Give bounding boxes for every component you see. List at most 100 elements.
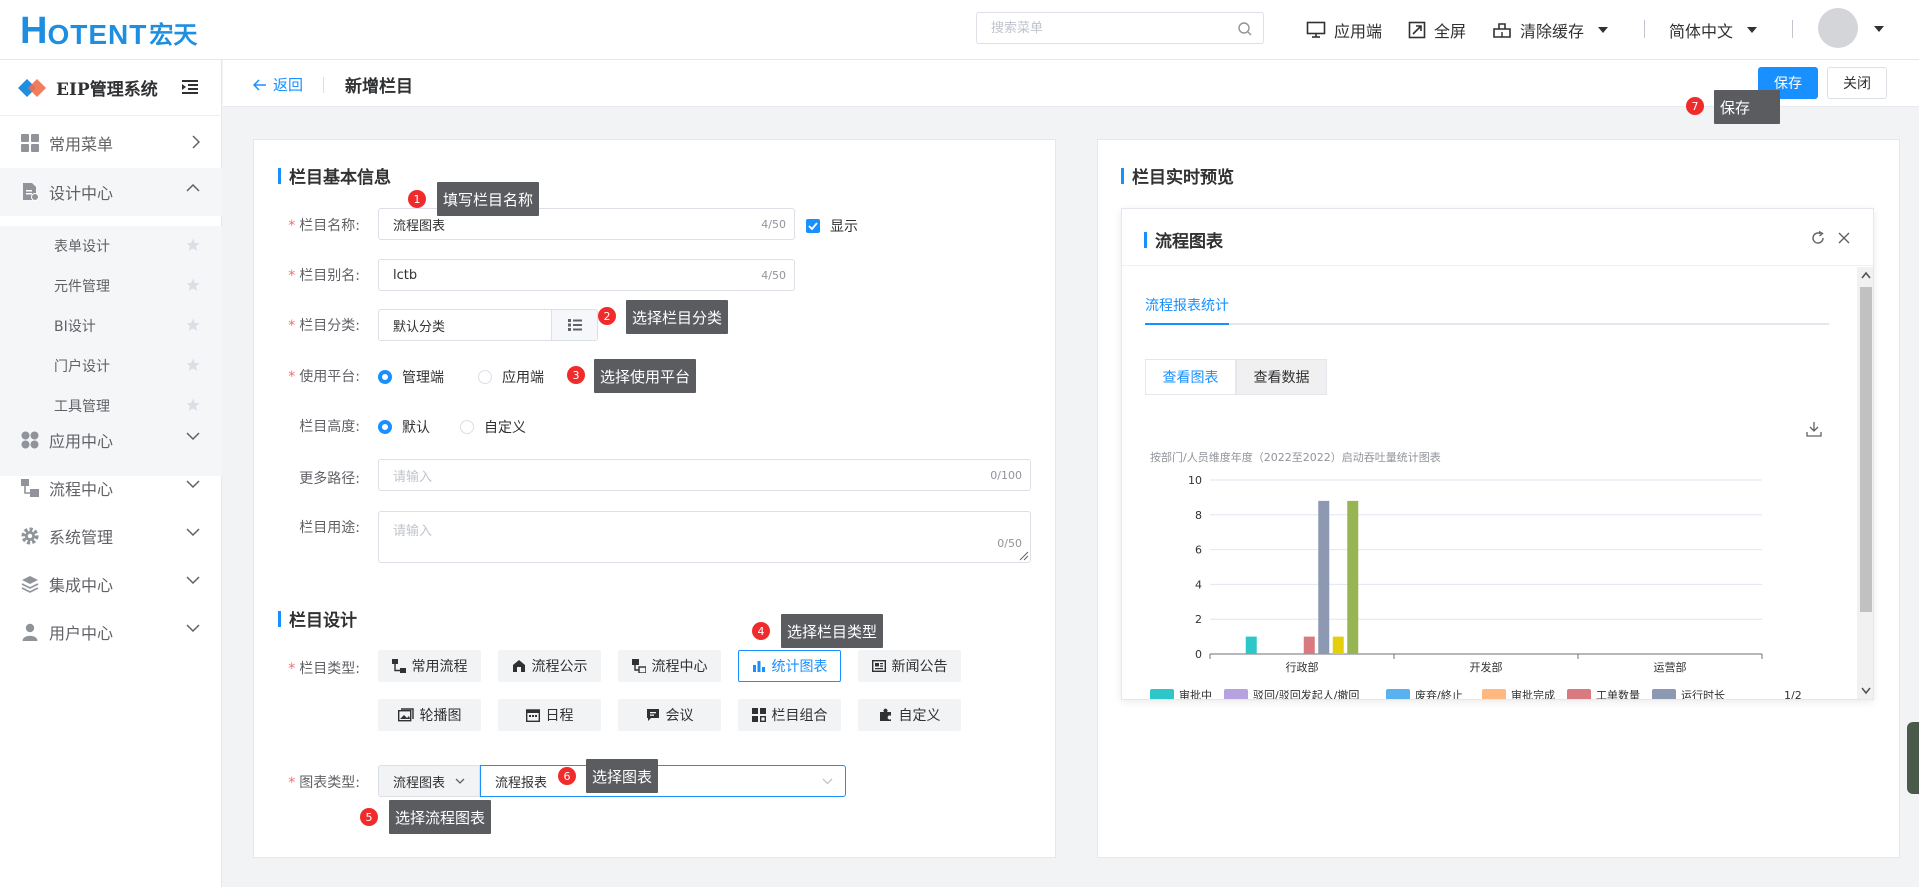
- preview-card-header: 流程图表: [1122, 209, 1873, 266]
- scroll-up-icon[interactable]: [1861, 271, 1871, 279]
- submenu-portal-design[interactable]: 门户设计: [0, 346, 222, 386]
- menu-integration[interactable]: 集成中心: [0, 560, 222, 608]
- menu-system-manage[interactable]: 系统管理: [0, 512, 222, 560]
- menu-label: 设计中心: [49, 184, 114, 203]
- section-basic-label: 栏目基本信息: [289, 168, 391, 188]
- type-meeting[interactable]: 会议: [618, 699, 721, 731]
- category-picker-button[interactable]: [551, 310, 597, 340]
- type-stat-chart[interactable]: 统计图表: [738, 650, 841, 682]
- menu-label: 常用菜单: [49, 135, 114, 154]
- submenu-label: BI设计: [54, 319, 96, 335]
- arrow-left-icon: [253, 78, 266, 91]
- type-common-flow[interactable]: 常用流程: [378, 650, 481, 682]
- chart-type-select[interactable]: 流程图表: [378, 765, 480, 797]
- close-icon[interactable]: [1838, 232, 1850, 244]
- type-flow-public[interactable]: 流程公示: [498, 650, 601, 682]
- language-select[interactable]: 简体中文: [1669, 17, 1765, 43]
- alias-input[interactable]: lctb 4/50: [378, 259, 795, 291]
- platform-app-radio[interactable]: 应用端: [478, 367, 544, 387]
- step-badge-2: 2: [598, 307, 616, 325]
- menu-app-center[interactable]: 应用中心: [0, 416, 222, 464]
- star-icon[interactable]: [186, 358, 200, 372]
- chevron-down-icon: [186, 480, 200, 488]
- apps-icon: [20, 430, 40, 450]
- menu-user-center[interactable]: 用户中心: [0, 608, 222, 656]
- menu-search-input[interactable]: [977, 13, 1217, 43]
- platform-admin-radio[interactable]: 管理端: [378, 367, 444, 387]
- preview-scrollbar[interactable]: [1857, 267, 1873, 699]
- side-widget-handle[interactable]: [1907, 722, 1919, 794]
- type-label-text: 常用流程: [411, 659, 468, 675]
- submenu-bi-design[interactable]: BI设计: [0, 306, 222, 346]
- more-path-label: 更多路径:: [299, 471, 360, 487]
- menu-common[interactable]: 常用菜单: [0, 119, 222, 167]
- chart-select[interactable]: 流程报表: [480, 765, 846, 797]
- view-chart-button[interactable]: 查看图表: [1145, 359, 1236, 395]
- type-label-text: 栏目组合: [771, 708, 828, 724]
- star-icon[interactable]: [186, 398, 200, 412]
- scroll-down-icon[interactable]: [1861, 687, 1871, 695]
- card-title-label: 流程图表: [1155, 232, 1223, 252]
- height-default-radio[interactable]: 默认: [378, 417, 430, 437]
- hotent-logo[interactable]: H OTENT 宏天: [20, 10, 197, 50]
- legend-label: 驳回/驳回发起人/撤回: [1253, 688, 1359, 700]
- grid-icon: [20, 133, 40, 153]
- type-flow-center[interactable]: 流程中心: [618, 650, 721, 682]
- tip-select-category: 选择栏目分类: [626, 300, 729, 334]
- scrollbar-thumb[interactable]: [1860, 287, 1872, 612]
- tab-flow-report[interactable]: 流程报表统计: [1145, 295, 1229, 315]
- flow-center-icon: [631, 659, 646, 673]
- show-label: 显示: [830, 219, 858, 235]
- star-icon[interactable]: [186, 238, 200, 252]
- news-icon: [871, 660, 886, 673]
- menu-flow-center[interactable]: 流程中心: [0, 464, 222, 512]
- checkbox-checked-icon[interactable]: [806, 219, 820, 233]
- star-icon[interactable]: [186, 278, 200, 292]
- combine-icon: [751, 708, 766, 722]
- y-tick-label: 0: [1195, 648, 1202, 661]
- bar: [1347, 500, 1359, 654]
- legend-swatch: [1482, 689, 1506, 699]
- star-icon[interactable]: [186, 318, 200, 332]
- user-avatar[interactable]: [1818, 8, 1858, 48]
- search-icon[interactable]: [1237, 21, 1253, 37]
- resize-handle-icon[interactable]: [1019, 551, 1029, 561]
- close-button[interactable]: 关闭: [1827, 67, 1887, 99]
- name-label: * 栏目名称:: [288, 218, 360, 234]
- chart-type-label: * 图表类型:: [288, 775, 360, 791]
- type-column-group[interactable]: 栏目组合: [738, 699, 841, 731]
- bar-chart-icon: [752, 661, 765, 672]
- flow-icon: [391, 659, 406, 673]
- menu-search[interactable]: [976, 12, 1264, 44]
- back-link[interactable]: 返回: [253, 74, 303, 95]
- building-icon: [512, 660, 525, 672]
- bar-chart: 按部门/人员维度年度（2022至2022）启动吞吐量统计图表 0 2 4 6 8 10 行政部…: [1150, 450, 1802, 700]
- category-select[interactable]: 默认分类: [378, 309, 598, 341]
- type-carousel[interactable]: 轮播图: [378, 699, 481, 731]
- app-end-button[interactable]: 应用端: [1306, 17, 1382, 43]
- type-label-text: 会议: [665, 708, 694, 724]
- fullscreen-button[interactable]: 全屏: [1408, 17, 1466, 43]
- caret-down-icon[interactable]: [1874, 26, 1884, 32]
- type-schedule[interactable]: 日程: [498, 699, 601, 731]
- height-custom-radio[interactable]: 自定义: [460, 417, 526, 437]
- flow-icon: [20, 478, 40, 498]
- submenu-form-design[interactable]: 表单设计: [0, 226, 222, 266]
- type-news[interactable]: 新闻公告: [858, 650, 961, 682]
- show-checkbox[interactable]: 显示: [806, 216, 858, 236]
- type-custom[interactable]: 自定义: [858, 699, 961, 731]
- section-design-label: 栏目设计: [289, 611, 357, 631]
- view-data-button[interactable]: 查看数据: [1236, 359, 1327, 395]
- preview-card: 流程图表 流程报表统计 查看图表 查看数据 按部门/人员维度年度（2022至20…: [1121, 208, 1874, 700]
- tab-underline-track: [1145, 323, 1829, 325]
- menu-design-center[interactable]: 设计中心: [0, 168, 222, 216]
- radio-label: 应用端: [502, 370, 544, 386]
- clear-cache-button[interactable]: 清除缓存: [1492, 17, 1616, 43]
- tab-active-bar: [1145, 323, 1229, 325]
- purpose-textarea[interactable]: 请输入 0/50: [378, 511, 1031, 563]
- platform-label: * 使用平台:: [288, 369, 360, 385]
- collapse-menu-icon[interactable]: [182, 80, 198, 94]
- refresh-icon[interactable]: [1811, 231, 1825, 245]
- submenu-component[interactable]: 元件管理: [0, 266, 222, 306]
- more-path-input[interactable]: 请输入 0/100: [378, 459, 1031, 491]
